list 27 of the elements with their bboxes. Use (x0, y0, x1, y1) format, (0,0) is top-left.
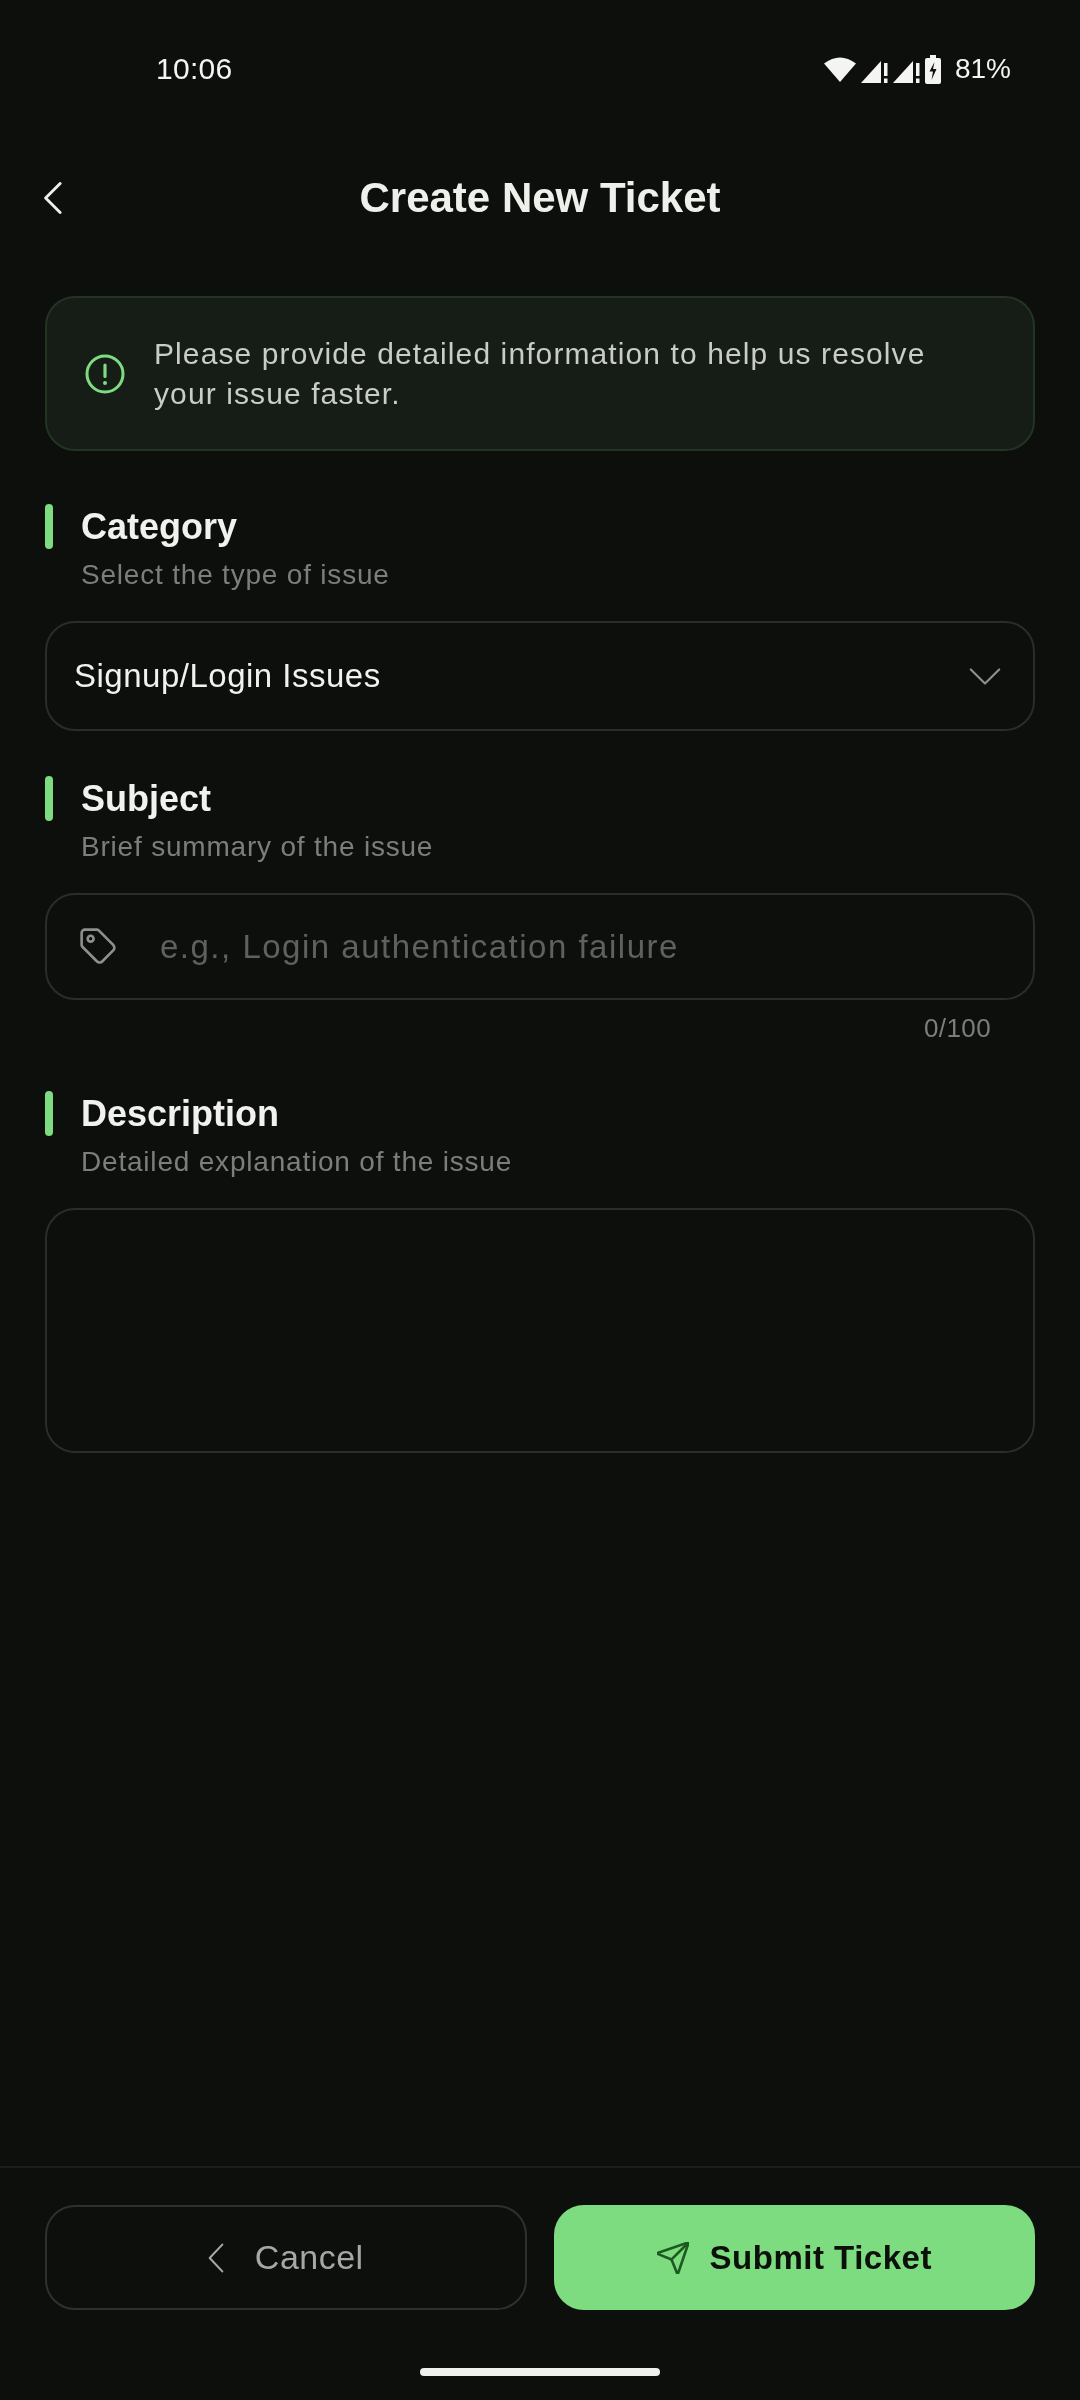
section-title: Subject (81, 777, 212, 821)
accent-bar (45, 504, 53, 549)
notice-text: Please provide detailed information to help us resolve your issue faster. (154, 335, 927, 412)
submit-button[interactable]: Submit Ticket (553, 2205, 1035, 2310)
section-title: Category (81, 505, 238, 549)
accent-bar (45, 1091, 53, 1136)
wifi-icon (823, 56, 856, 82)
alert-circle-icon (85, 353, 125, 394)
paper-plane-icon (656, 2241, 689, 2274)
chevron-left-icon (207, 2242, 224, 2273)
textarea-field[interactable] (45, 1208, 1035, 1453)
section-subtitle: Detailed explanation of the issue (81, 1145, 513, 1179)
character-counter: 0/100 (923, 1012, 991, 1045)
page-title: Create New Ticket (358, 173, 722, 223)
status-time: 10:06 (156, 51, 233, 87)
text-input-field[interactable]: e.g., Login authentication failure (45, 893, 1035, 1000)
section-subtitle: Brief summary of the issue (81, 830, 434, 864)
back-icon[interactable] (43, 182, 62, 214)
dropdown-field[interactable]: Signup/Login Issues (45, 621, 1035, 731)
section-title: Description (81, 1092, 280, 1136)
tag-icon (80, 928, 116, 964)
battery-icon (924, 54, 941, 84)
accent-bar (45, 776, 53, 821)
battery-percentage: 81% (954, 52, 1011, 86)
chevron-down-icon (969, 667, 1001, 685)
cancel-button[interactable]: Cancel (45, 2205, 527, 2310)
section-subtitle: Select the type of issue (81, 558, 390, 592)
